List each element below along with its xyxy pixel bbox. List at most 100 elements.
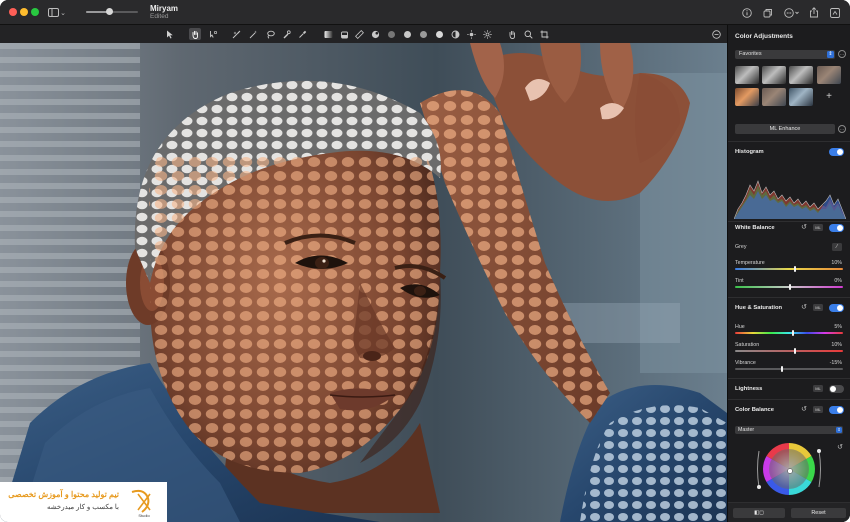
image-canvas[interactable]: [0, 43, 727, 522]
color-adjustments-panel: Color Adjustments Favorites ⇕ … + ML Enh…: [727, 25, 850, 522]
sun-icon[interactable]: [481, 28, 493, 40]
tint-slider[interactable]: [735, 284, 843, 290]
ml-chip[interactable]: ML: [813, 224, 823, 231]
preset-thumbnail[interactable]: [735, 88, 759, 106]
white-balance-toggle[interactable]: [829, 224, 844, 232]
hue-value: 5%: [834, 324, 842, 330]
tint-value: 0%: [834, 278, 842, 284]
reset-icon[interactable]: ↺: [800, 304, 808, 312]
tint-slider-knob[interactable]: [789, 284, 791, 290]
share-icon[interactable]: [808, 5, 820, 20]
preset-thumbnail[interactable]: [789, 88, 813, 106]
zoom-icon[interactable]: [522, 28, 534, 40]
xpert-studio-logo: Studio: [131, 489, 151, 518]
hue-slider[interactable]: [735, 330, 843, 336]
lightness-toggle[interactable]: [829, 385, 844, 393]
preset-thumbnail[interactable]: [817, 66, 841, 84]
reset-icon[interactable]: ↺: [800, 406, 808, 414]
tone-icon[interactable]: [401, 28, 413, 40]
preset-menu-icon[interactable]: …: [838, 50, 846, 58]
compare-button[interactable]: ◧◻: [733, 508, 785, 518]
adjustments-panel-icon[interactable]: [829, 5, 841, 20]
crop-icon[interactable]: [538, 28, 550, 40]
divider: [728, 399, 850, 400]
eyedropper-icon[interactable]: [296, 28, 308, 40]
grey-eyedropper-icon[interactable]: ⁄: [832, 243, 842, 251]
quick-select-icon[interactable]: [207, 28, 219, 40]
preset-group-select[interactable]: Favorites ⇕: [735, 50, 835, 59]
saturation-slider[interactable]: [735, 348, 843, 354]
color-wheel-reset-icon[interactable]: ↺: [836, 444, 844, 452]
reset-button[interactable]: Reset: [791, 508, 846, 518]
color-balance-toggle[interactable]: [829, 406, 844, 414]
watermark-line-1: تیم تولید محتوا و آموزش تخصصی: [8, 490, 119, 499]
preset-thumbnail[interactable]: [762, 66, 786, 84]
add-preset-icon[interactable]: +: [817, 88, 841, 106]
blur-icon[interactable]: [385, 28, 397, 40]
paint-mask-icon[interactable]: [230, 28, 242, 40]
panel-title: Color Adjustments: [735, 33, 793, 40]
temperature-slider[interactable]: [735, 266, 843, 272]
temperature-value: 10%: [831, 260, 842, 266]
retouch-icon[interactable]: [280, 28, 292, 40]
vibrance-slider[interactable]: [735, 366, 843, 372]
color-wheel[interactable]: [756, 439, 822, 499]
duplicate-icon[interactable]: [762, 5, 774, 20]
hue-saturation-toggle[interactable]: [829, 304, 844, 312]
preset-thumbnail[interactable]: [762, 88, 786, 106]
more-options-icon[interactable]: [783, 5, 801, 20]
ml-chip[interactable]: ML: [813, 406, 823, 413]
contrast-icon[interactable]: [449, 28, 461, 40]
ml-chip[interactable]: ML: [813, 385, 823, 392]
divider: [728, 221, 850, 222]
clone-icon[interactable]: [369, 28, 381, 40]
divider: [728, 378, 850, 379]
magic-wand-icon[interactable]: [247, 28, 259, 40]
canvas-options-icon[interactable]: [710, 28, 722, 40]
preset-thumbnail[interactable]: [735, 66, 759, 84]
preset-group-label: Favorites: [739, 51, 762, 57]
zoom-slider[interactable]: [86, 8, 138, 15]
select-arrow-icon[interactable]: [164, 28, 176, 40]
pan-hand-icon[interactable]: [189, 28, 201, 40]
mode-label: Master: [738, 427, 755, 433]
tint-label: Tint: [735, 278, 744, 284]
color-icon[interactable]: [417, 28, 429, 40]
bucket-icon[interactable]: [338, 28, 350, 40]
minimize-window-button[interactable]: [20, 8, 28, 16]
ml-enhance-button[interactable]: ML Enhance: [735, 124, 835, 134]
divider: [728, 297, 850, 298]
color-balance-mode-select[interactable]: Master ⇕: [735, 426, 843, 434]
vibrance-label: Vibrance: [735, 360, 756, 366]
dodge-icon[interactable]: [433, 28, 445, 40]
ml-enhance-options-icon[interactable]: …: [838, 125, 846, 133]
temperature-slider-knob[interactable]: [794, 266, 797, 272]
document-title: Miryam: [150, 4, 179, 13]
ruler-icon[interactable]: [353, 28, 365, 40]
vibrance-slider-knob[interactable]: [781, 366, 784, 372]
temperature-label: Temperature: [735, 260, 765, 266]
hue-label: Hue: [735, 324, 745, 330]
reset-icon[interactable]: ↺: [800, 224, 808, 232]
zoom-slider-knob[interactable]: [105, 8, 113, 15]
lightness-label: Lightness: [735, 386, 763, 392]
brightness-icon[interactable]: [465, 28, 477, 40]
info-icon[interactable]: [741, 5, 753, 20]
white-balance-label: White Balance: [735, 225, 775, 231]
ml-chip[interactable]: ML: [813, 304, 823, 311]
histogram-toggle[interactable]: [829, 148, 844, 156]
sidebar-toggle-icon[interactable]: [47, 5, 59, 20]
close-window-button[interactable]: [9, 8, 17, 16]
hand-icon[interactable]: [506, 28, 518, 40]
saturation-slider-knob[interactable]: [794, 348, 797, 354]
chevron-updown-icon: ⇕: [827, 51, 834, 58]
svg-text:Studio: Studio: [138, 513, 150, 518]
lasso-icon[interactable]: [264, 28, 276, 40]
hue-slider-knob[interactable]: [792, 330, 795, 336]
color-balance-label: Color Balance: [735, 407, 774, 413]
histogram-label: Histogram: [735, 149, 764, 155]
preset-thumbnail[interactable]: [789, 66, 813, 84]
chevron-down-icon[interactable]: ⌄: [60, 5, 66, 20]
zoom-window-button[interactable]: [31, 8, 39, 16]
gradient-icon[interactable]: [322, 28, 334, 40]
